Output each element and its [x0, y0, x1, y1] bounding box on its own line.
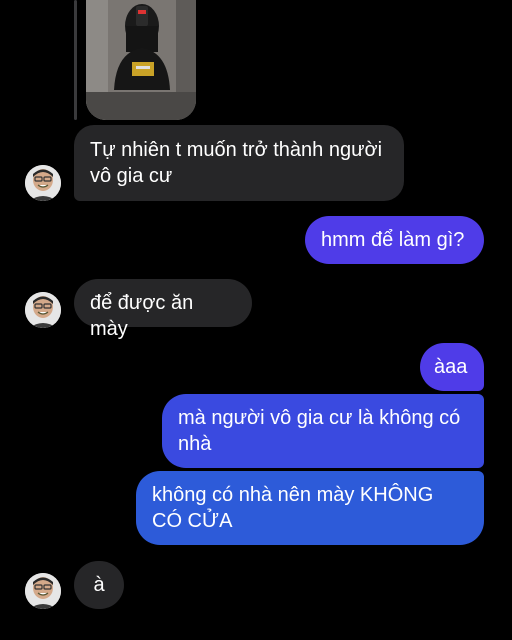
message-text: hmm để làm gì?	[321, 229, 465, 251]
message-bubble-incoming[interactable]: Tự nhiên t muốn trở thành người vô gia c…	[74, 125, 404, 201]
person-avatar-icon	[25, 165, 61, 201]
mirror-selfie-photo-icon	[86, 0, 196, 120]
contact-avatar[interactable]	[25, 573, 61, 609]
message-bubble-incoming[interactable]: à	[74, 561, 124, 609]
message-text: để được ăn mày	[90, 292, 194, 340]
message-bubble-outgoing[interactable]: không có nhà nên mày KHÔNG CÓ CỬA	[136, 471, 484, 545]
contact-avatar[interactable]	[25, 292, 61, 328]
message-text: không có nhà nên mày KHÔNG CÓ CỬA	[152, 484, 434, 532]
message-bubble-incoming[interactable]: để được ăn mày	[74, 279, 252, 340]
person-avatar-icon	[25, 573, 61, 609]
message-bubble-outgoing[interactable]: mà người vô gia cư là không có nhà	[162, 394, 484, 468]
message-bubble-outgoing[interactable]: hmm để làm gì?	[305, 216, 484, 264]
chat-thread: Tự nhiên t muốn trở thành người vô gia c…	[0, 0, 512, 640]
message-text: mà người vô gia cư là không có nhà	[178, 407, 461, 455]
message-text: àaa	[434, 356, 468, 378]
person-avatar-icon	[25, 292, 61, 328]
message-text: Tự nhiên t muốn trở thành người vô gia c…	[90, 139, 383, 187]
message-bubble-outgoing[interactable]: àaa	[420, 343, 484, 391]
reply-indicator-bar	[74, 0, 77, 120]
contact-avatar[interactable]	[25, 165, 61, 201]
shared-photo[interactable]	[86, 0, 196, 120]
message-text: à	[93, 574, 105, 596]
